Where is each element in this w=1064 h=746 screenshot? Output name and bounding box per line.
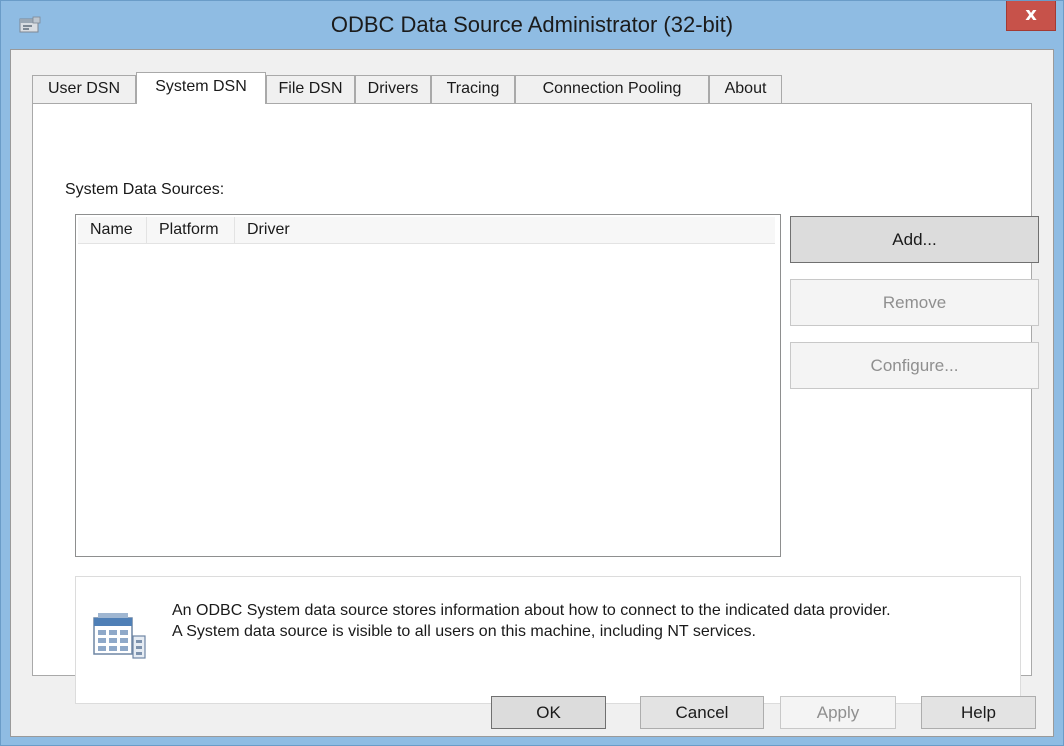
- close-icon: x: [1025, 4, 1037, 25]
- list-header: Name Platform Driver: [78, 217, 775, 244]
- remove-button[interactable]: Remove: [790, 279, 1039, 326]
- system-data-sources-label: System Data Sources:: [65, 181, 225, 198]
- add-button[interactable]: Add...: [790, 216, 1039, 263]
- ok-button[interactable]: OK: [491, 696, 606, 729]
- window-title: ODBC Data Source Administrator (32-bit): [330, 12, 734, 37]
- column-header-name[interactable]: Name: [78, 217, 147, 243]
- title-bar[interactable]: ODBC Data Source Administrator (32-bit) …: [1, 1, 1063, 49]
- cancel-button[interactable]: Cancel: [640, 696, 764, 729]
- apply-button[interactable]: Apply: [780, 696, 896, 729]
- info-line-2: A System data source is visible to all u…: [172, 623, 756, 640]
- help-button[interactable]: Help: [921, 696, 1036, 729]
- configure-button[interactable]: Configure...: [790, 342, 1039, 389]
- info-line-1: An ODBC System data source stores inform…: [172, 602, 891, 619]
- data-source-grid-icon: [93, 613, 146, 659]
- tab-file-dsn[interactable]: File DSN: [266, 75, 355, 103]
- tab-about[interactable]: About: [709, 75, 782, 103]
- dialog-client-area: User DSN System DSN File DSN Drivers Tra…: [10, 49, 1054, 737]
- tab-system-dsn[interactable]: System DSN: [136, 72, 266, 104]
- close-button[interactable]: x: [1006, 1, 1056, 31]
- data-sources-list[interactable]: Name Platform Driver: [75, 214, 781, 557]
- odbc-dialog-window: ODBC Data Source Administrator (32-bit) …: [0, 0, 1064, 746]
- system-dsn-panel: System Data Sources: Name Platform Drive…: [32, 103, 1039, 704]
- tab-user-dsn[interactable]: User DSN: [32, 75, 136, 103]
- info-description: An ODBC System data source stores inform…: [172, 600, 891, 642]
- column-header-platform[interactable]: Platform: [147, 217, 235, 243]
- column-header-driver[interactable]: Driver: [235, 217, 775, 243]
- tab-tracing[interactable]: Tracing: [431, 75, 515, 103]
- info-panel: An ODBC System data source stores inform…: [75, 576, 1021, 704]
- tab-drivers[interactable]: Drivers: [355, 75, 431, 103]
- tab-connection-pooling[interactable]: Connection Pooling: [515, 75, 709, 103]
